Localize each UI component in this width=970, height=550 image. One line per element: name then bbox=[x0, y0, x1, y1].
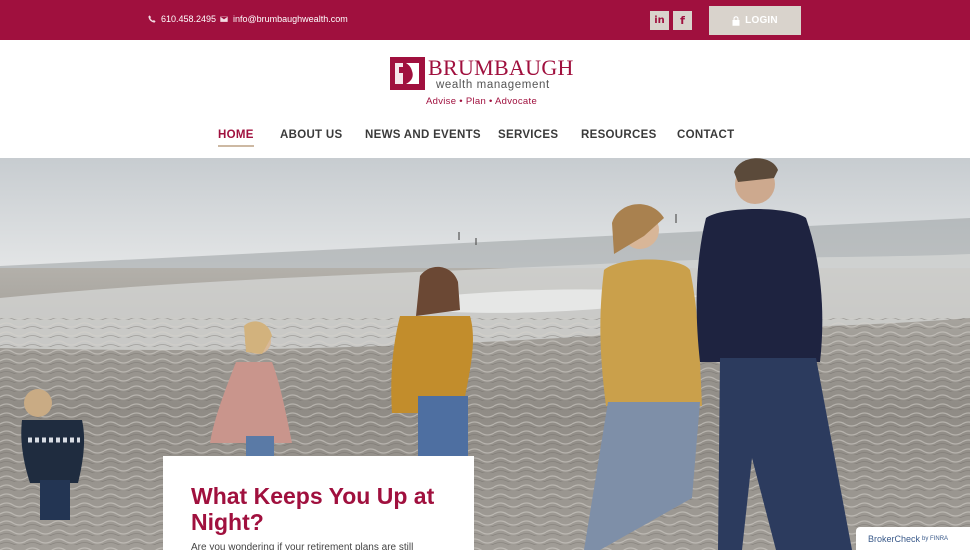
phone-number: 610.458.2495 bbox=[161, 14, 217, 24]
email-link[interactable]: info@brumbaughwealth.com bbox=[220, 14, 348, 24]
login-button[interactable]: LOGIN bbox=[709, 6, 801, 35]
brokercheck-label-b: Check bbox=[894, 533, 921, 544]
nav-services[interactable]: SERVICES bbox=[498, 129, 558, 141]
hero-card-heading: What Keeps You Up at Night? bbox=[191, 483, 435, 535]
hero-card: What Keeps You Up at Night? Are you wond… bbox=[163, 456, 474, 550]
top-utility-bar: 610.458.2495 info@brumbaughwealth.com in… bbox=[0, 0, 970, 40]
phone-icon bbox=[148, 15, 156, 23]
email-address: info@brumbaughwealth.com bbox=[233, 14, 348, 24]
logo-tagline: Advise • Plan • Advocate bbox=[426, 96, 538, 107]
logo-mark-icon bbox=[390, 57, 425, 90]
hero-illustration bbox=[0, 158, 970, 550]
email-icon bbox=[220, 15, 228, 23]
logo-subtitle: wealth management bbox=[436, 79, 550, 91]
linkedin-icon[interactable]: in bbox=[650, 11, 669, 30]
brokercheck-label-c: by FINRA bbox=[922, 535, 949, 542]
brokercheck-badge[interactable]: Broker Check by FINRA bbox=[856, 527, 970, 550]
logo-brand: BRUMBAUGH bbox=[428, 55, 574, 80]
hero-image bbox=[0, 158, 970, 550]
nav-about-us[interactable]: ABOUT US bbox=[280, 129, 342, 141]
nav-home[interactable]: HOME bbox=[218, 129, 254, 147]
site-logo[interactable]: BRUMBAUGH wealth management Advise • Pla… bbox=[390, 55, 573, 115]
nav-contact[interactable]: CONTACT bbox=[677, 129, 734, 141]
nav-resources[interactable]: RESOURCES bbox=[581, 129, 657, 141]
hero-card-text: Are you wondering if your retirement pla… bbox=[191, 542, 414, 550]
login-label: LOGIN bbox=[745, 15, 778, 26]
phone-link[interactable]: 610.458.2495 bbox=[148, 14, 216, 24]
nav-news-and-events[interactable]: NEWS AND EVENTS bbox=[365, 129, 481, 141]
facebook-icon[interactable]: f bbox=[673, 11, 692, 30]
lock-icon bbox=[732, 15, 740, 26]
brokercheck-label-a: Broker bbox=[868, 533, 895, 544]
